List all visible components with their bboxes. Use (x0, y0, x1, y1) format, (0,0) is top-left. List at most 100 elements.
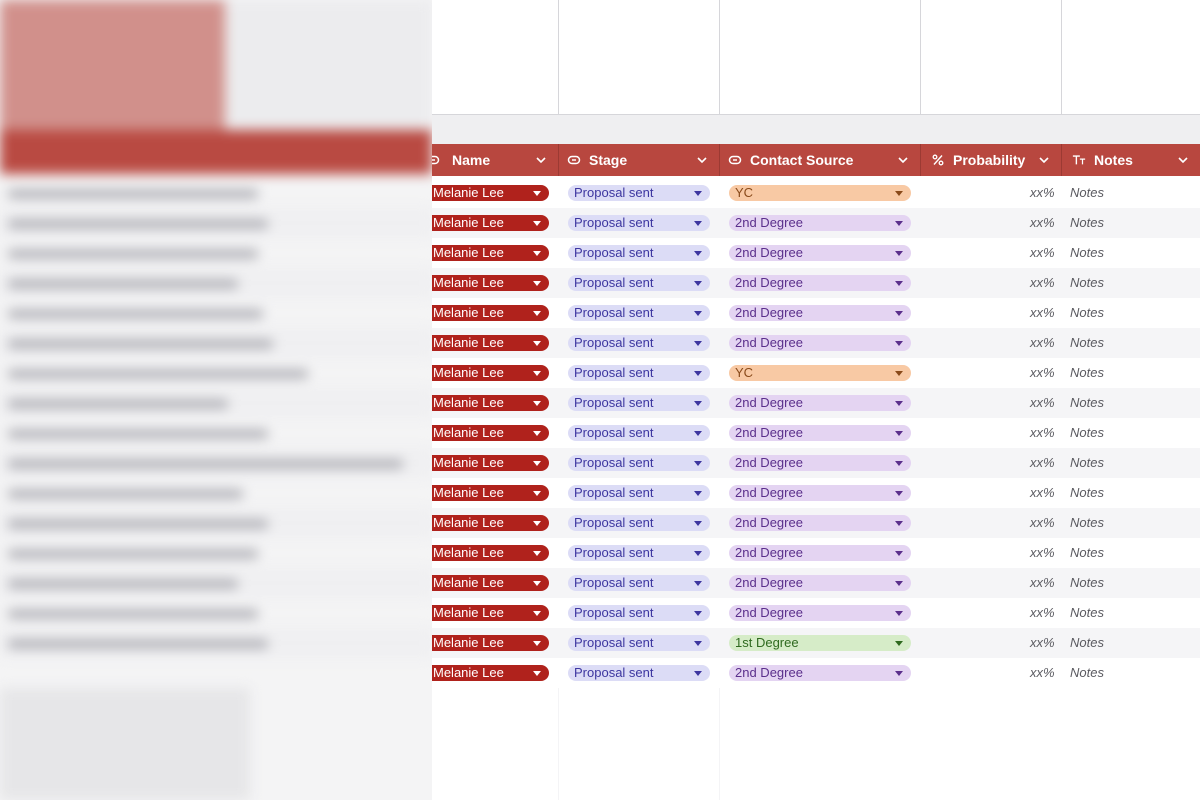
dropdown-caret-icon[interactable] (895, 341, 903, 346)
probability-value[interactable]: xx% (1030, 395, 1055, 411)
probability-value[interactable]: xx% (1030, 665, 1055, 681)
contact-source-chip[interactable]: 2nd Degree (729, 395, 911, 411)
dropdown-caret-icon[interactable] (694, 431, 702, 436)
contact-source-chip[interactable]: 2nd Degree (729, 605, 911, 621)
column-header-contact-source[interactable]: Contact Source (720, 144, 920, 176)
table-row[interactable]: Melanie Lee Proposal sent 2nd Degree xx% Not… (432, 328, 1200, 358)
column-header-stage[interactable]: Stage (559, 144, 719, 176)
contact-source-chip[interactable]: 2nd Degree (729, 545, 911, 561)
probability-value[interactable]: xx% (1030, 425, 1055, 441)
probability-value[interactable]: xx% (1030, 485, 1055, 501)
dropdown-caret-icon[interactable] (533, 221, 541, 226)
notes-value[interactable]: Notes (1070, 545, 1104, 561)
stage-chip[interactable]: Proposal sent (568, 425, 710, 441)
stage-chip[interactable]: Proposal sent (568, 185, 710, 201)
dropdown-caret-icon[interactable] (533, 461, 541, 466)
dropdown-caret-icon[interactable] (694, 491, 702, 496)
table-row[interactable]: Melanie Lee Proposal sent 1st Degree xx% Not… (432, 628, 1200, 658)
dropdown-caret-icon[interactable] (895, 491, 903, 496)
stage-chip[interactable]: Proposal sent (568, 485, 710, 501)
notes-value[interactable]: Notes (1070, 185, 1104, 201)
stage-chip[interactable]: Proposal sent (568, 545, 710, 561)
probability-value[interactable]: xx% (1030, 545, 1055, 561)
dropdown-caret-icon[interactable] (694, 191, 702, 196)
probability-value[interactable]: xx% (1030, 605, 1055, 621)
probability-value[interactable]: xx% (1030, 215, 1055, 231)
chevron-down-icon[interactable] (1037, 153, 1051, 167)
name-chip[interactable]: Melanie Lee (432, 275, 549, 291)
chevron-down-icon[interactable] (1176, 153, 1190, 167)
stage-chip[interactable]: Proposal sent (568, 665, 710, 681)
dropdown-caret-icon[interactable] (694, 371, 702, 376)
dropdown-caret-icon[interactable] (895, 431, 903, 436)
dropdown-caret-icon[interactable] (694, 401, 702, 406)
dropdown-caret-icon[interactable] (694, 671, 702, 676)
notes-value[interactable]: Notes (1070, 395, 1104, 411)
probability-value[interactable]: xx% (1030, 305, 1055, 321)
notes-value[interactable]: Notes (1070, 305, 1104, 321)
dropdown-caret-icon[interactable] (694, 221, 702, 226)
dropdown-caret-icon[interactable] (533, 431, 541, 436)
probability-value[interactable]: xx% (1030, 275, 1055, 291)
dropdown-caret-icon[interactable] (694, 611, 702, 616)
contact-source-chip[interactable]: 2nd Degree (729, 305, 911, 321)
table-row[interactable]: Melanie Lee Proposal sent 2nd Degree xx% Not… (432, 478, 1200, 508)
name-chip[interactable]: Melanie Lee (432, 605, 549, 621)
probability-value[interactable]: xx% (1030, 515, 1055, 531)
dropdown-caret-icon[interactable] (694, 521, 702, 526)
name-chip[interactable]: Melanie Lee (432, 245, 549, 261)
notes-value[interactable]: Notes (1070, 215, 1104, 231)
table-row[interactable]: Melanie Lee Proposal sent 2nd Degree xx% Not… (432, 658, 1200, 688)
dropdown-caret-icon[interactable] (533, 251, 541, 256)
name-chip[interactable]: Melanie Lee (432, 305, 549, 321)
name-chip[interactable]: Melanie Lee (432, 395, 549, 411)
name-chip[interactable]: Melanie Lee (432, 485, 549, 501)
dropdown-caret-icon[interactable] (694, 581, 702, 586)
table-row[interactable]: Melanie Lee Proposal sent 2nd Degree xx% Not… (432, 508, 1200, 538)
table-row[interactable]: Melanie Lee Proposal sent 2nd Degree xx% Not… (432, 388, 1200, 418)
dropdown-caret-icon[interactable] (895, 371, 903, 376)
notes-value[interactable]: Notes (1070, 575, 1104, 591)
dropdown-caret-icon[interactable] (533, 191, 541, 196)
dropdown-caret-icon[interactable] (533, 491, 541, 496)
notes-value[interactable]: Notes (1070, 635, 1104, 651)
stage-chip[interactable]: Proposal sent (568, 275, 710, 291)
stage-chip[interactable]: Proposal sent (568, 455, 710, 471)
stage-chip[interactable]: Proposal sent (568, 245, 710, 261)
stage-chip[interactable]: Proposal sent (568, 605, 710, 621)
dropdown-caret-icon[interactable] (533, 281, 541, 286)
notes-value[interactable]: Notes (1070, 275, 1104, 291)
table-row[interactable]: Melanie Lee Proposal sent 2nd Degree xx% Not… (432, 298, 1200, 328)
chevron-down-icon[interactable] (534, 153, 548, 167)
contact-source-chip[interactable]: 2nd Degree (729, 425, 911, 441)
dropdown-caret-icon[interactable] (533, 341, 541, 346)
dropdown-caret-icon[interactable] (533, 671, 541, 676)
probability-value[interactable]: xx% (1030, 635, 1055, 651)
dropdown-caret-icon[interactable] (895, 281, 903, 286)
dropdown-caret-icon[interactable] (694, 551, 702, 556)
name-chip[interactable]: Melanie Lee (432, 575, 549, 591)
table-row[interactable]: Melanie Lee Proposal sent YC xx% Notes (432, 358, 1200, 388)
contact-source-chip[interactable]: 2nd Degree (729, 335, 911, 351)
table-row[interactable]: Melanie Lee Proposal sent 2nd Degree xx% Not… (432, 238, 1200, 268)
column-header-notes[interactable]: Notes (1062, 144, 1200, 176)
contact-source-chip[interactable]: 1st Degree (729, 635, 911, 651)
dropdown-caret-icon[interactable] (895, 311, 903, 316)
stage-chip[interactable]: Proposal sent (568, 395, 710, 411)
probability-value[interactable]: xx% (1030, 245, 1055, 261)
column-header-name[interactable]: Name (432, 144, 558, 176)
notes-value[interactable]: Notes (1070, 455, 1104, 471)
chevron-down-icon[interactable] (695, 153, 709, 167)
probability-value[interactable]: xx% (1030, 365, 1055, 381)
name-chip[interactable]: Melanie Lee (432, 335, 549, 351)
contact-source-chip[interactable]: 2nd Degree (729, 245, 911, 261)
chevron-down-icon[interactable] (896, 153, 910, 167)
name-chip[interactable]: Melanie Lee (432, 365, 549, 381)
dropdown-caret-icon[interactable] (533, 611, 541, 616)
probability-value[interactable]: xx% (1030, 185, 1055, 201)
dropdown-caret-icon[interactable] (895, 251, 903, 256)
contact-source-chip[interactable]: 2nd Degree (729, 515, 911, 531)
dropdown-caret-icon[interactable] (895, 401, 903, 406)
dropdown-caret-icon[interactable] (533, 311, 541, 316)
contact-source-chip[interactable]: 2nd Degree (729, 455, 911, 471)
